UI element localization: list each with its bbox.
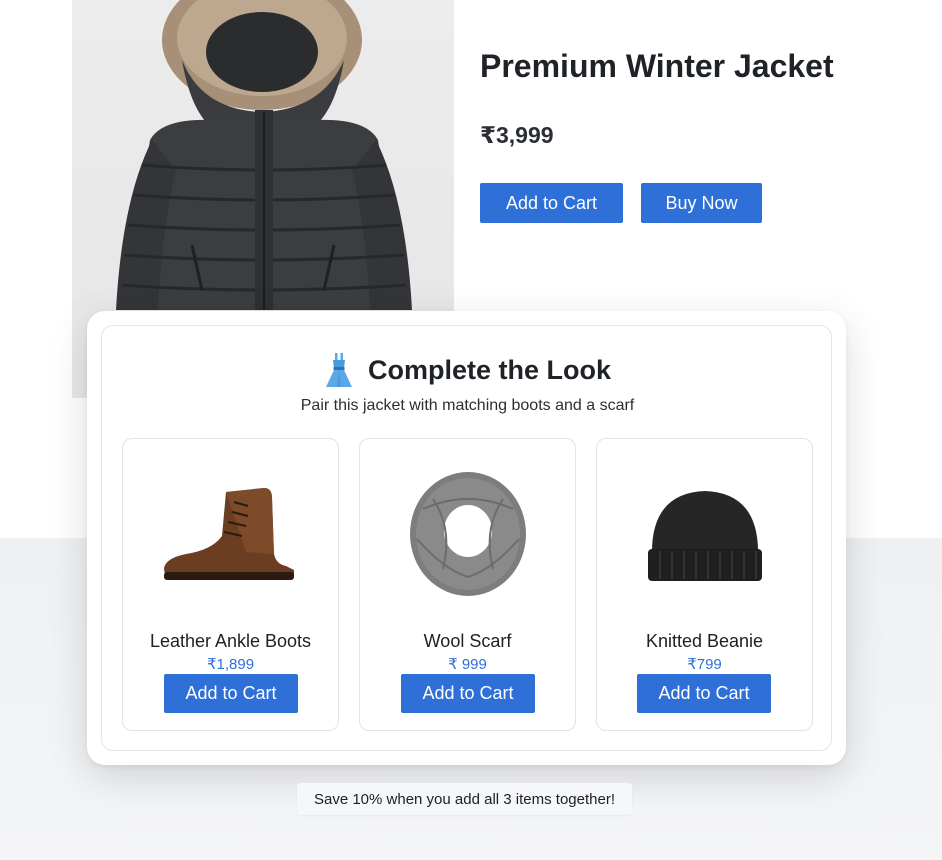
scarf-image: [360, 459, 575, 609]
card-price-beanie: ₹799: [687, 656, 722, 673]
card-name-scarf: Wool Scarf: [423, 631, 512, 651]
add-boots-to-cart-button[interactable]: Add to Cart: [164, 674, 298, 713]
complete-the-look-title: Complete the Look: [367, 354, 611, 385]
add-beanie-to-cart-button[interactable]: Add to Cart: [637, 674, 771, 713]
product-price: ₹3,999: [480, 122, 554, 148]
ankle-boot-photo: [163, 488, 294, 580]
complete-the-look-panel: Complete the Look Pair this jacket with …: [87, 311, 846, 765]
complete-the-look-header: Complete the Look: [102, 352, 833, 388]
add-scarf-to-cart-button[interactable]: Add to Cart: [401, 674, 535, 713]
product-title: Premium Winter Jacket: [480, 48, 834, 84]
complete-the-look-inner: Complete the Look Pair this jacket with …: [101, 325, 832, 751]
dress-icon: [325, 353, 352, 387]
recommendation-card-boots: Leather Ankle Boots ₹1,899 Add to Cart: [122, 438, 339, 731]
card-price-scarf: ₹ 999: [448, 656, 487, 673]
card-name-beanie: Knitted Beanie: [645, 631, 764, 651]
add-to-cart-button[interactable]: Add to Cart: [480, 183, 623, 223]
scarf-photo: [409, 472, 526, 596]
bundle-discount-banner: Save 10% when you add all 3 items togeth…: [297, 783, 632, 815]
card-price-boots: ₹1,899: [206, 656, 255, 673]
buy-now-button[interactable]: Buy Now: [641, 183, 762, 223]
beanie-photo: [647, 491, 762, 581]
card-name-boots: Leather Ankle Boots: [149, 631, 312, 651]
boots-image: [123, 459, 338, 609]
recommendation-card-scarf: Wool Scarf ₹ 999 Add to Cart: [359, 438, 576, 731]
recommendation-card-beanie: Knitted Beanie ₹799 Add to Cart: [596, 438, 813, 731]
complete-the-look-subtitle: Pair this jacket with matching boots and…: [300, 397, 635, 414]
beanie-image: [597, 459, 812, 609]
